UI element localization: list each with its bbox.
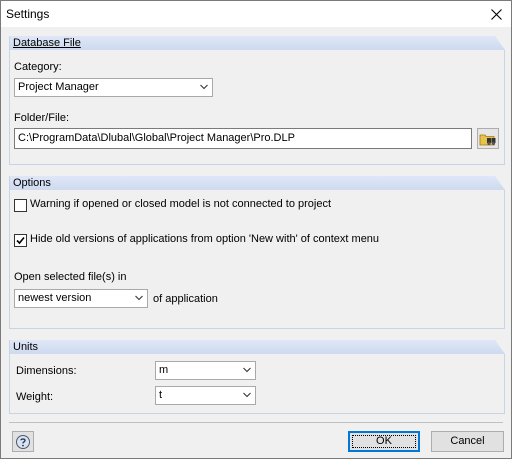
units-group: Units Dimensions: m Weight: t [9,340,505,414]
footer-divider [9,422,503,423]
focus-rect [352,435,416,448]
browse-button[interactable] [477,128,499,149]
category-label: Category: [14,61,62,73]
help-icon [16,434,30,449]
open-selected-label: Open selected file(s) in [14,271,127,283]
chevron-down-icon [135,295,143,301]
close-button[interactable] [481,1,511,27]
weight-select[interactable]: t [155,386,256,405]
dimensions-label: Dimensions: [16,365,77,377]
cancel-button[interactable]: Cancel [431,431,504,452]
database-file-group: Database File Category: Project Manager … [9,36,505,165]
dimensions-select[interactable]: m [155,361,256,380]
hide-old-versions-label[interactable]: Hide old versions of applications from o… [30,233,379,245]
folder-file-input[interactable]: C:\ProgramData\Dlubal\Global\Project Man… [14,128,472,149]
chevron-down-icon [243,367,251,373]
open-version-value: newest version [18,292,92,304]
options-group: Options Warning if opened or closed mode… [9,176,505,329]
category-select[interactable]: Project Manager [14,78,213,97]
chevron-down-icon [200,84,208,90]
units-header: Units [10,340,505,354]
category-value: Project Manager [18,81,99,93]
folder-file-label: Folder/File: [14,112,70,124]
database-file-header: Database File [10,36,505,50]
window-title: Settings [6,7,50,21]
warning-checkbox-label[interactable]: Warning if opened or closed model is not… [30,198,331,210]
dimensions-value: m [159,364,169,376]
chevron-down-icon [243,392,251,398]
open-version-select[interactable]: newest version [14,289,148,308]
help-button[interactable] [12,431,34,452]
of-application-label: of application [153,293,218,305]
warning-checkbox[interactable] [14,199,27,212]
settings-dialog: Settings Database File Category: Project… [0,0,512,459]
folder-browse-icon [479,134,496,145]
checkmark-icon [16,236,25,245]
cancel-button-label: Cancel [450,435,485,447]
weight-value: t [159,389,163,401]
close-icon [490,8,502,20]
weight-label: Weight: [16,391,54,403]
title-bar: Settings [1,1,511,27]
hide-old-versions-checkbox[interactable] [14,234,27,247]
options-header: Options [10,176,505,190]
ok-button[interactable]: OK [348,431,420,452]
